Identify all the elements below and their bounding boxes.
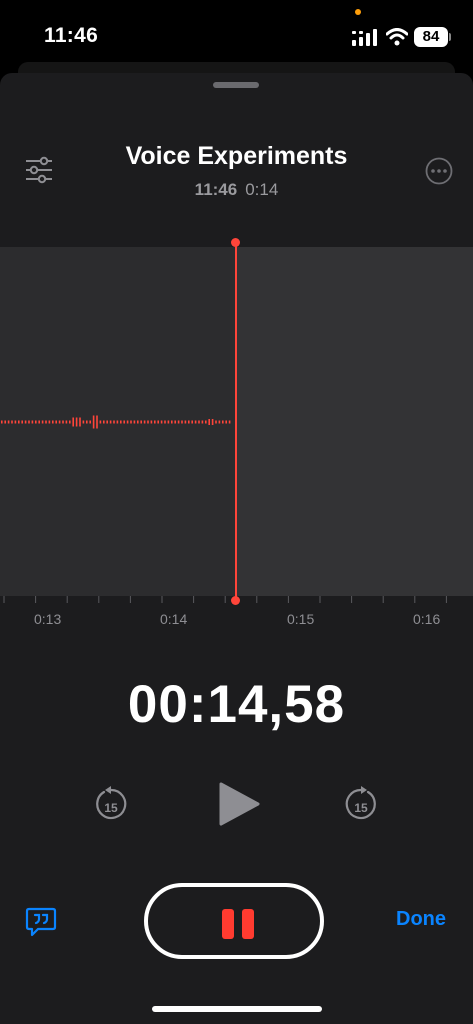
- done-button[interactable]: Done: [396, 908, 446, 931]
- waveform-sample: [181, 420, 183, 424]
- waveform-sample: [99, 420, 102, 424]
- waveform-sample: [130, 420, 132, 424]
- waveform-sample: [120, 420, 122, 424]
- waveform-sample: [24, 420, 27, 424]
- skip-forward-seconds: 15: [354, 801, 368, 815]
- waveform-sample: [45, 420, 47, 424]
- waveform-sample: [7, 420, 10, 424]
- recording-meta: 11:46 0:14: [0, 180, 473, 200]
- transcript-quote-icon[interactable]: [25, 905, 57, 937]
- waveform-sample: [188, 420, 190, 424]
- waveform-sample: [147, 420, 149, 424]
- recording-title[interactable]: Voice Experiments: [0, 142, 473, 171]
- waveform-sample: [21, 420, 23, 424]
- recorded-time: 11:46: [194, 180, 238, 199]
- timeline-tick-label: 0:14: [160, 611, 188, 627]
- waveform-sample: [31, 420, 34, 424]
- waveform-sample: [28, 420, 30, 424]
- waveform-sample: [177, 420, 180, 424]
- waveform-sample: [55, 420, 57, 424]
- home-indicator: [152, 1006, 322, 1012]
- waveform-sample: [215, 420, 217, 424]
- waveform-sample: [225, 420, 227, 424]
- waveform-sample: [198, 420, 200, 424]
- waveform-sample: [137, 420, 139, 424]
- waveform-sample: [41, 420, 44, 424]
- waveform-sample: [164, 420, 166, 424]
- more-options-icon[interactable]: [425, 157, 453, 185]
- waveform-sample: [201, 420, 204, 424]
- waveform-sample: [123, 420, 125, 424]
- waveform-sample: [89, 420, 91, 424]
- playhead-top-handle[interactable]: [231, 238, 240, 247]
- waveform-sample: [79, 417, 81, 427]
- waveform-sample: [52, 420, 54, 424]
- waveform-sample: [184, 420, 187, 424]
- waveform-sample: [113, 420, 115, 424]
- timeline-tick-label: 0:15: [287, 611, 315, 627]
- waveform-sample: [14, 420, 17, 424]
- waveform-sample: [72, 417, 74, 427]
- waveform-sample: [103, 420, 105, 424]
- waveform-sample: [106, 420, 108, 424]
- waveform-sample: [35, 420, 37, 424]
- waveform-sample: [222, 420, 224, 424]
- waveform-sample: [174, 420, 176, 424]
- waveform-sample: [191, 420, 193, 424]
- waveform-sample: [150, 420, 153, 424]
- waveform-sample: [48, 420, 51, 424]
- waveform-sample: [211, 419, 214, 425]
- skip-back-15-icon[interactable]: 15: [94, 786, 128, 822]
- waveform-sample: [82, 420, 85, 424]
- waveform-sample: [218, 420, 221, 424]
- pause-icon-right-bar: [242, 909, 254, 939]
- mic-indicator-dot: [355, 9, 361, 15]
- waveform-sample: [157, 420, 159, 424]
- cellular-signal-icon: [352, 29, 377, 46]
- waveform-sample: [4, 420, 6, 424]
- waveform-sample: [109, 420, 112, 424]
- waveform-sample: [86, 420, 88, 424]
- waveform-sample: [11, 420, 13, 424]
- pause-icon-left-bar: [222, 909, 234, 939]
- waveform-sample: [160, 420, 163, 424]
- waveform-sample: [92, 415, 95, 429]
- waveform-sample: [194, 420, 197, 424]
- elapsed-timer: 00:14,58: [127, 675, 346, 734]
- play-icon[interactable]: [218, 781, 260, 827]
- skip-back-seconds: 15: [104, 801, 118, 815]
- waveform-sample: [58, 420, 61, 424]
- waveform-sample: [228, 420, 231, 424]
- recording-duration: 0:14: [245, 180, 279, 199]
- waveform-sample: [38, 420, 40, 424]
- timeline-ruler: [3, 596, 447, 603]
- waveform-sample: [167, 420, 170, 424]
- timeline-tick-label: 0:13: [34, 611, 62, 627]
- waveform-sample: [69, 420, 71, 424]
- waveform-sample: [1, 420, 3, 424]
- battery-nub: [449, 33, 451, 41]
- waveform-sample: [62, 420, 64, 424]
- waveform-sample: [116, 420, 119, 424]
- waveform-sample: [205, 420, 207, 424]
- waveform-sample: [65, 420, 68, 424]
- playhead-line[interactable]: [235, 243, 237, 601]
- waveform-sample: [208, 419, 210, 425]
- timeline-tick-label: 0:16: [413, 611, 441, 627]
- status-time: 11:46: [44, 24, 99, 47]
- waveform-sample: [154, 420, 156, 424]
- wifi-icon: [386, 28, 408, 46]
- battery-indicator: 84: [414, 27, 448, 47]
- waveform-sample: [140, 420, 142, 424]
- waveform-sample: [171, 420, 173, 424]
- waveform-sample: [143, 420, 146, 424]
- waveform-sample: [133, 420, 136, 424]
- pause-recording-button[interactable]: [144, 883, 324, 959]
- sheet-grabber[interactable]: [213, 82, 259, 88]
- waveform-sample: [75, 417, 78, 427]
- waveform-sample: [96, 415, 98, 429]
- waveform-sample: [18, 420, 20, 424]
- skip-forward-15-icon[interactable]: 15: [344, 786, 378, 822]
- waveform-sample: [126, 420, 129, 424]
